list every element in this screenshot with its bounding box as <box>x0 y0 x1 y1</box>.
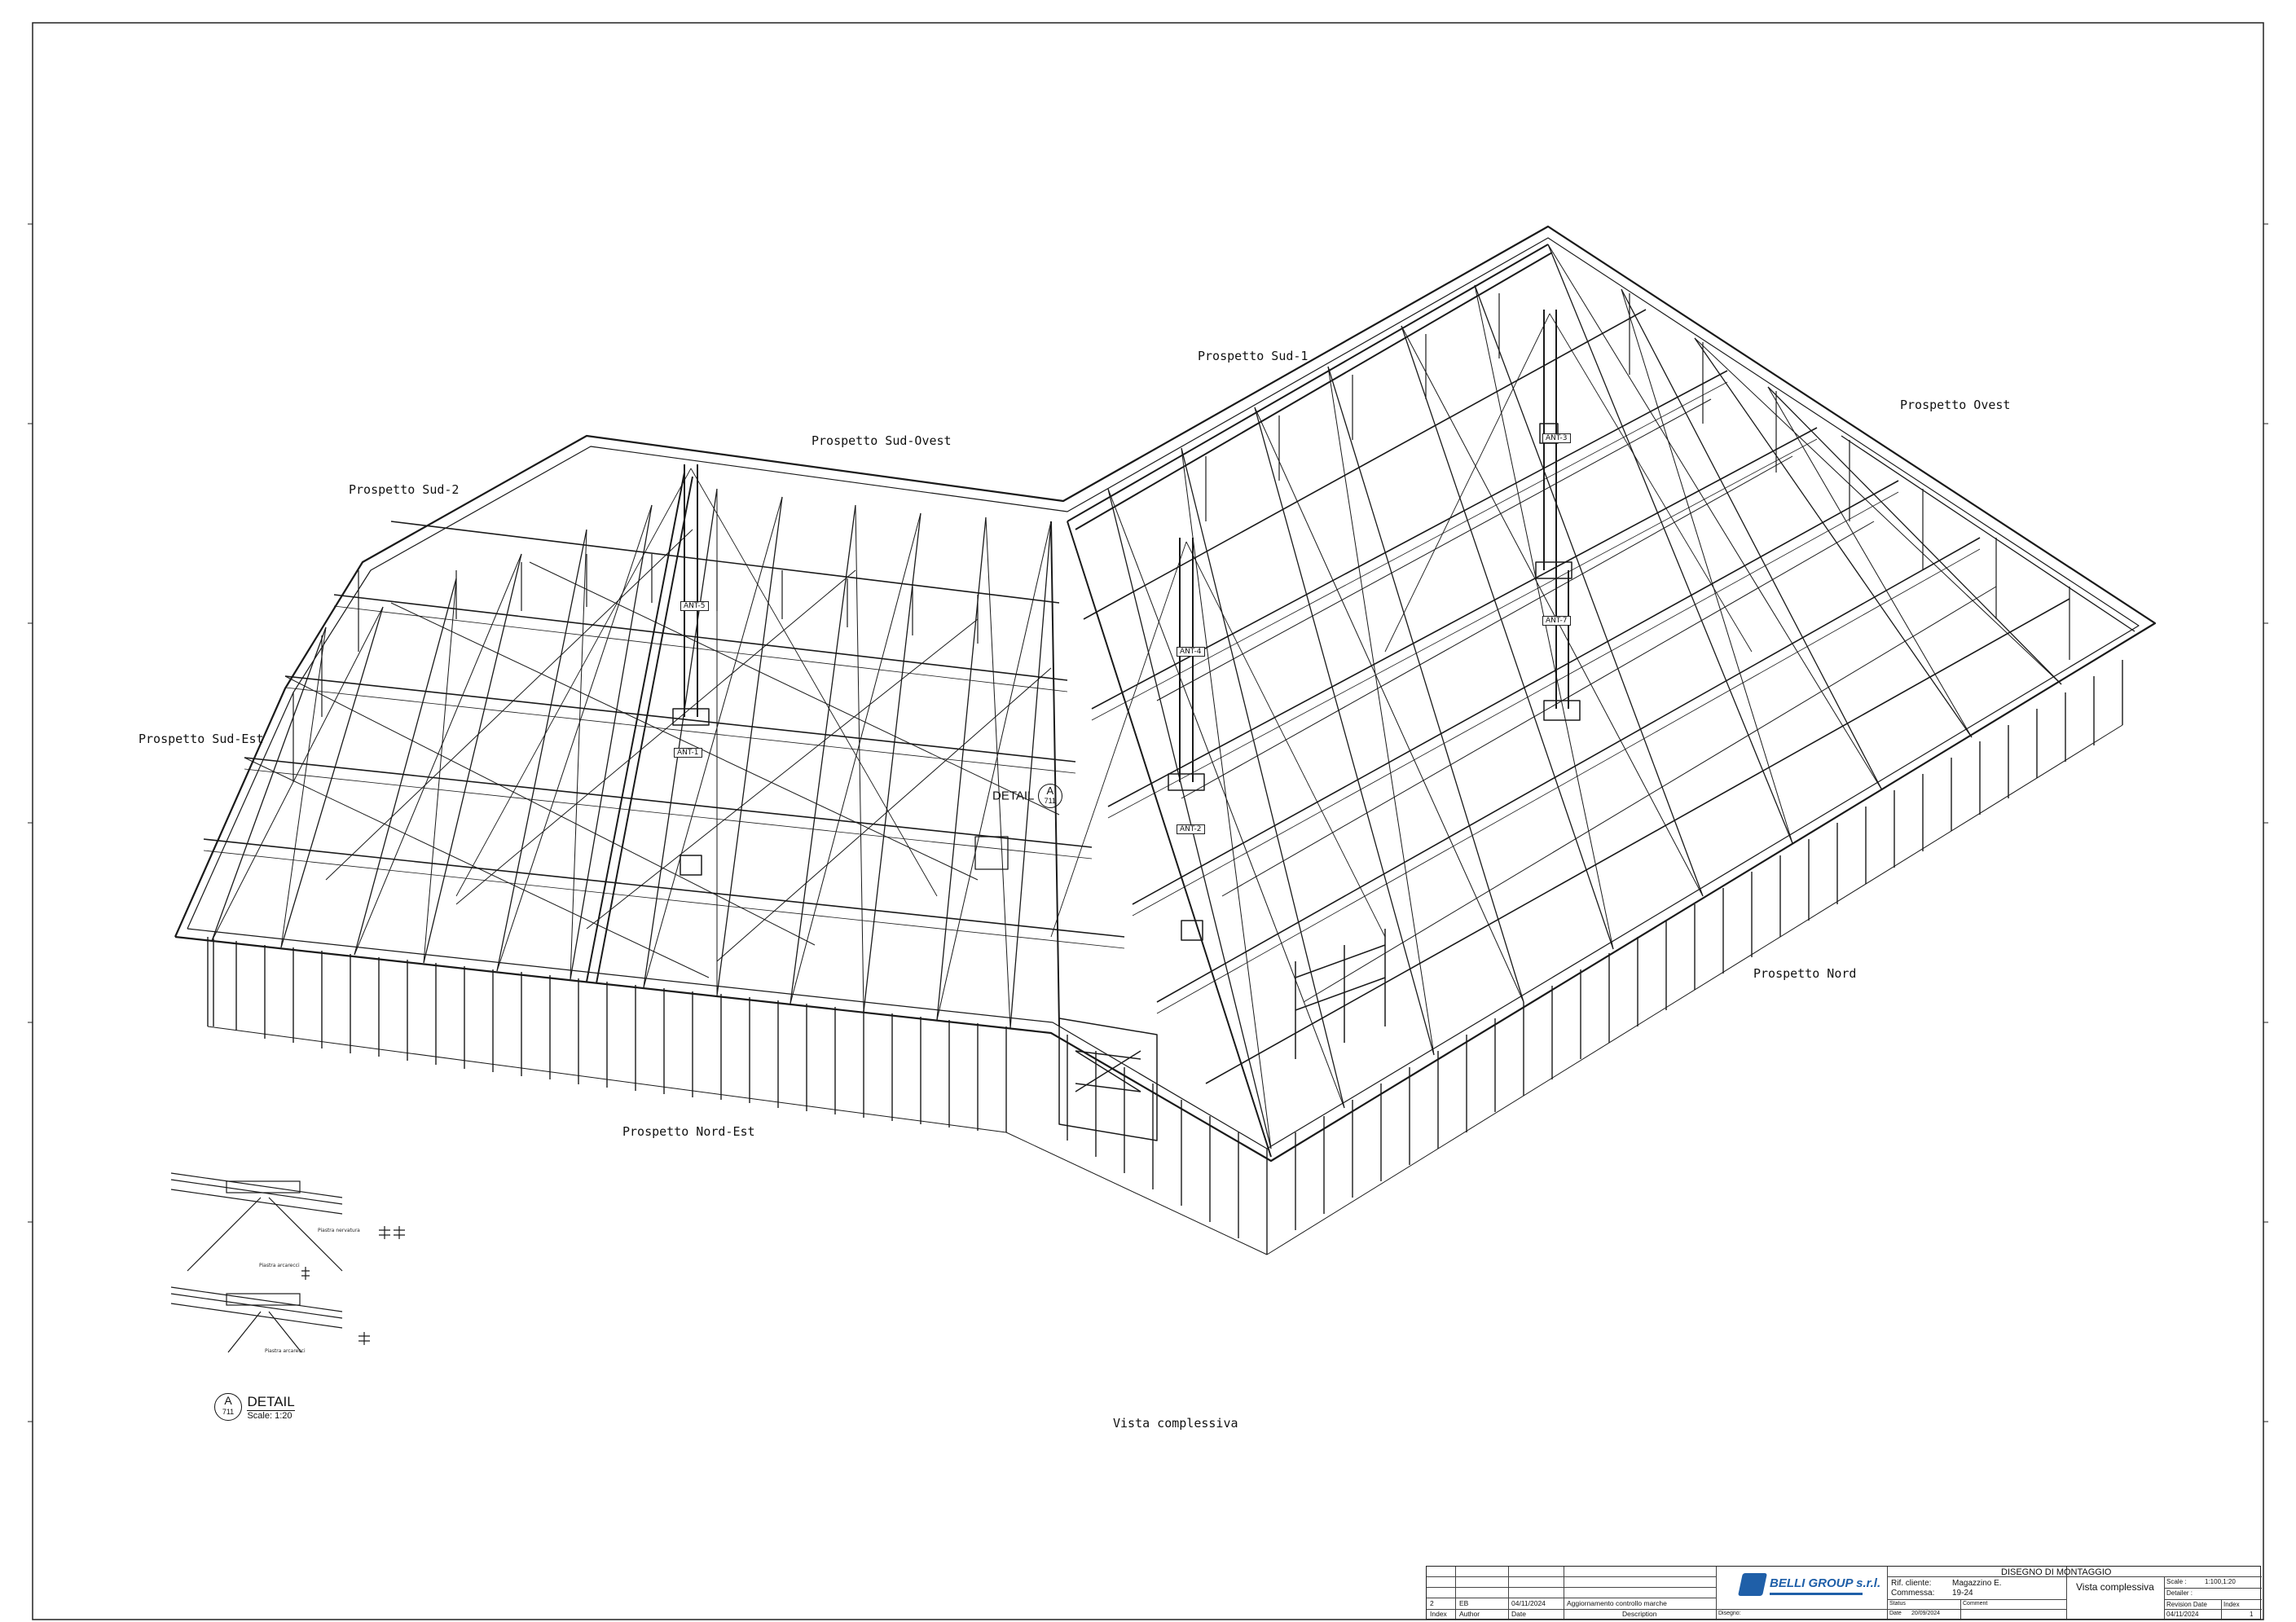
order-label: Commessa: <box>1891 1589 1935 1598</box>
view-label-nord: Prospetto Nord <box>1753 966 1857 981</box>
roof-perimeter-beams <box>174 225 2157 1163</box>
sheet-view-name: Vista complessiva <box>2076 1581 2154 1593</box>
west-wing-rafters <box>211 488 1052 1029</box>
view-label-sud-est: Prospetto Sud-Est <box>139 732 264 746</box>
detail-note-3: Piastra arcarecci <box>265 1348 306 1354</box>
detail-callout[interactable]: DETAIL A 711 <box>992 784 1062 808</box>
hip-beams <box>586 472 1272 1158</box>
drawing-type: DISEGNO DI MONTAGGIO <box>2001 1567 2112 1577</box>
logo-mark-icon <box>1738 1573 1767 1596</box>
view-label-sud-ovest: Prospetto Sud-Ovest <box>812 433 952 448</box>
east-wing-rafters <box>1107 244 2135 1149</box>
title-block: 2 EB 04/11/2024 Aggiornamento controllo … <box>1426 1566 2262 1620</box>
revision-date-value: 04/11/2024 <box>2166 1611 2199 1618</box>
detail-legend-circle: A 711 <box>214 1393 242 1421</box>
scale-label: Scale : <box>2166 1578 2187 1585</box>
detail-legend: A 711 DETAIL Scale: 1:20 <box>214 1393 295 1421</box>
column-tag-ant-2: ANT-2 <box>1177 824 1205 834</box>
isometric-structure <box>174 225 2157 1255</box>
entrance-frame <box>1058 929 1386 1141</box>
detail-box <box>974 836 1009 870</box>
column-tag-ant-1: ANT-1 <box>674 748 702 758</box>
header-author: Author <box>1459 1610 1480 1618</box>
column-tag-ant-7: ANT-7 <box>1542 616 1571 626</box>
detailer-label: Detailer : <box>2166 1589 2193 1597</box>
revision-index: 2 <box>1430 1599 1434 1607</box>
ground-line <box>207 724 2123 1255</box>
revision-author: EB <box>1459 1599 1469 1607</box>
logo-underline <box>1770 1593 1863 1595</box>
column-tag-ant-5: ANT-5 <box>680 601 709 611</box>
column-tag-ant-4: ANT-4 <box>1177 647 1205 657</box>
date-value: 20/09/2024 <box>1911 1611 1941 1616</box>
revision-description: Aggiornamento controllo marche <box>1567 1599 1667 1607</box>
detail-legend-scale: Scale: 1:20 <box>247 1409 295 1421</box>
ridge-beam <box>1067 244 1553 530</box>
perimeter-columns <box>207 660 2123 1255</box>
drawing-caption: Vista complessiva <box>1113 1416 1238 1431</box>
detail-legend-word: DETAIL <box>247 1393 295 1409</box>
revision-date-label: Revision Date <box>2166 1601 2207 1608</box>
eave-frames <box>292 293 2070 782</box>
order-value: 19-24 <box>1952 1589 1973 1598</box>
east-wing-bracing <box>1107 244 2062 1149</box>
header-description: Description <box>1622 1610 1657 1618</box>
comment-label: Comment <box>1963 1601 1988 1607</box>
index-value: 1 <box>2250 1611 2254 1618</box>
revision-date: 04/11/2024 <box>1511 1599 1546 1607</box>
east-wing-purlins-lower <box>1091 381 1981 1014</box>
client-label: Rif. cliente: <box>1891 1579 1932 1588</box>
view-label-sud-2: Prospetto Sud-2 <box>349 482 460 497</box>
status-label: Status <box>1889 1601 1906 1607</box>
view-label-sud-1: Prospetto Sud-1 <box>1198 349 1309 363</box>
column-tag-ant-3: ANT-3 <box>1542 433 1571 443</box>
index-label: Index <box>2223 1601 2240 1608</box>
header-date: Date <box>1511 1610 1526 1618</box>
sheet-border <box>32 22 2264 1620</box>
east-wing-purlins <box>1083 309 2070 1084</box>
drawing-sheet: Piastra nervatura Piastra arcarecci Pias… <box>28 22 2268 1620</box>
scale-value: 1:100,1:20 <box>2205 1578 2236 1585</box>
client-value: Magazzino E. <box>1952 1579 2002 1588</box>
detail-note-1: Piastra nervatura <box>318 1228 360 1233</box>
west-wing-purlins <box>203 521 1125 938</box>
view-label-ovest: Prospetto Ovest <box>1900 398 2011 412</box>
company-name: BELLI GROUP s.r.l. <box>1770 1576 1881 1590</box>
central-masts <box>684 310 1569 782</box>
drawn-by-label: Disegno: <box>1718 1611 1741 1616</box>
detail-note-2: Piastra arcarecci <box>259 1263 300 1268</box>
detail-callout-circle: A 711 <box>1037 784 1062 808</box>
date-label: Date <box>1889 1611 1902 1616</box>
view-label-nord-est: Prospetto Nord-Est <box>622 1124 755 1139</box>
company-logo: BELLI GROUP s.r.l. <box>1738 1571 1880 1599</box>
west-wing-purlins-lower <box>203 605 1125 949</box>
header-index: Index <box>1430 1610 1447 1618</box>
detail-callout-word: DETAIL <box>992 789 1035 803</box>
